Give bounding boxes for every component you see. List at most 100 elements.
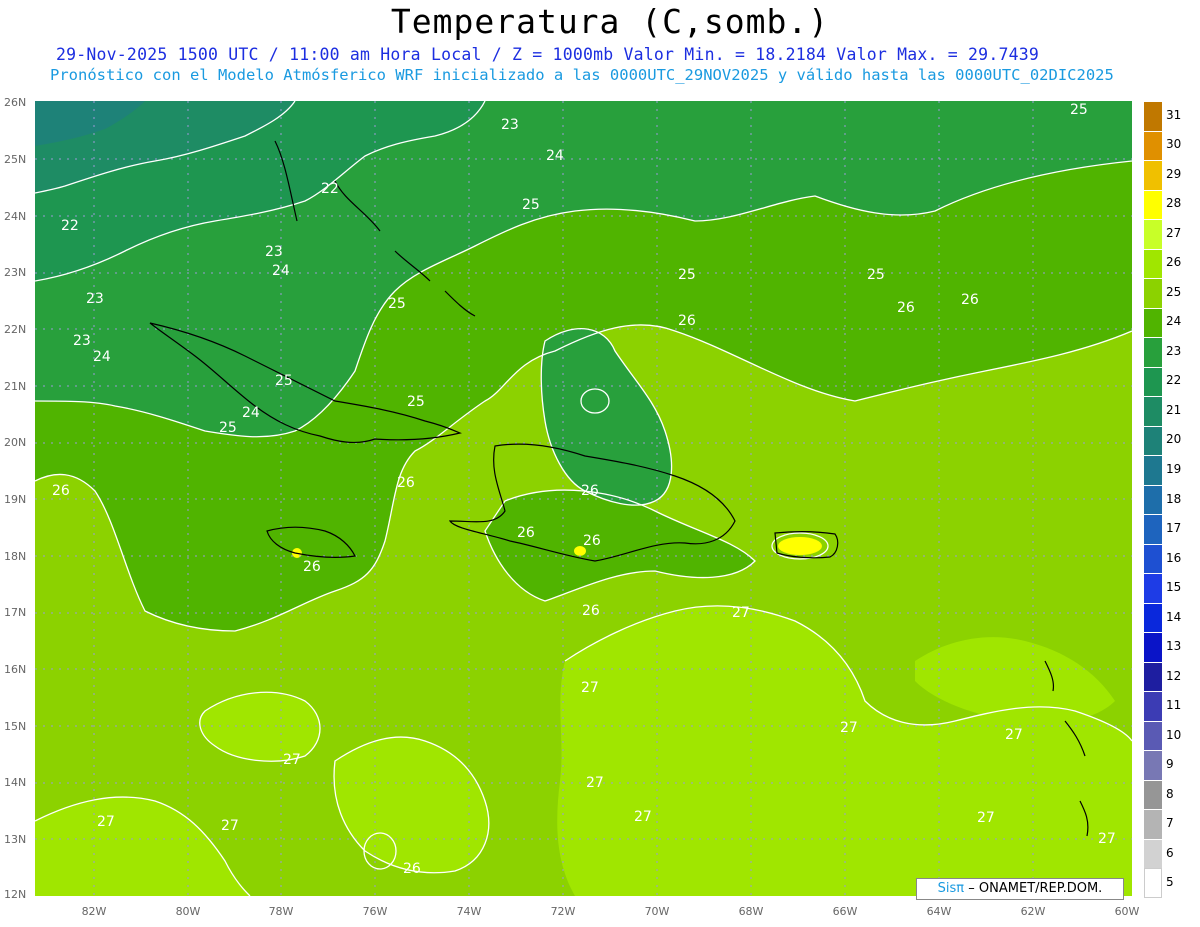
lon-tick: 70W	[644, 905, 670, 918]
contour-label: 24	[546, 148, 564, 164]
colorbar-swatch	[1144, 396, 1162, 426]
colorbar-swatch	[1144, 632, 1162, 662]
colorbar-swatch	[1144, 543, 1162, 574]
colorbar-label: 8	[1166, 786, 1174, 801]
contour-label: 25	[678, 267, 696, 283]
colorbar-label: 24	[1166, 314, 1182, 329]
colorbar-label: 29	[1166, 166, 1182, 181]
contour-label: 27	[977, 810, 995, 826]
contour-label: 23	[73, 333, 91, 349]
contour-label: 25	[1070, 102, 1088, 118]
contour-label: 26	[897, 300, 915, 316]
contour-label: 27	[1005, 727, 1023, 743]
lon-tick: 76W	[362, 905, 388, 918]
colorbar-label: 15	[1166, 580, 1182, 595]
lat-tick: 16N	[4, 663, 27, 676]
lat-tick: 17N	[4, 606, 27, 619]
temperature-map: 23 24 22 22 25 23 24 23 23 24 25 25 24 2…	[35, 101, 1132, 896]
colorbar-swatch	[1144, 455, 1162, 485]
colorbar-swatch	[1144, 130, 1162, 161]
contour-label: 27	[581, 680, 599, 696]
contour-label: 23	[86, 291, 104, 307]
colorbar-swatch	[1144, 750, 1162, 780]
lon-tick: 72W	[550, 905, 576, 918]
colorbar-label: 19	[1166, 461, 1182, 476]
colorbar-label: 31	[1166, 107, 1182, 122]
map-title: Temperatura (C,somb.)	[390, 2, 830, 41]
colorbar-label: 23	[1166, 343, 1182, 358]
colorbar-label: 6	[1166, 845, 1174, 860]
colorbar-swatch	[1144, 425, 1162, 456]
contour-label: 27	[97, 814, 115, 830]
lat-tick: 23N	[4, 266, 27, 279]
lon-tick: 74W	[456, 905, 482, 918]
colorbar-label: 9	[1166, 757, 1174, 772]
contour-label: 27	[732, 605, 750, 621]
lat-tick: 25N	[4, 153, 27, 166]
contour-label: 25	[867, 267, 885, 283]
contour-label: 24	[242, 405, 260, 421]
colorbar-label: 13	[1166, 639, 1182, 654]
colorbar-label: 21	[1166, 402, 1182, 417]
lat-tick: 21N	[4, 380, 27, 393]
credit-box: Sisπ – ONAMET/REP.DOM.	[916, 878, 1124, 900]
lat-tick: 19N	[4, 493, 27, 506]
lat-tick: 24N	[4, 210, 27, 223]
colorbar-swatch	[1144, 779, 1162, 810]
colorbar-swatch	[1144, 307, 1162, 338]
lat-tick: 13N	[4, 833, 27, 846]
colorbar-swatch	[1144, 602, 1162, 633]
colorbar	[1144, 101, 1162, 901]
colorbar-label: 14	[1166, 609, 1182, 624]
colorbar-label: 25	[1166, 284, 1182, 299]
colorbar-swatch	[1144, 248, 1162, 279]
subtitle-model-info: Pronóstico con el Modelo Atmósferico WRF…	[50, 66, 1114, 84]
contour-label: 27	[221, 818, 239, 834]
lon-tick: 60W	[1114, 905, 1140, 918]
contour-label: 24	[272, 263, 290, 279]
lat-tick: 12N	[4, 888, 27, 901]
lat-tick: 26N	[4, 96, 27, 109]
subtitle-valid-time: 29-Nov-2025 1500 UTC / 11:00 am Hora Loc…	[56, 45, 1039, 64]
colorbar-label: 27	[1166, 225, 1182, 240]
colorbar-label: 28	[1166, 196, 1182, 211]
colorbar-swatch	[1144, 160, 1162, 190]
zone-28-pr	[778, 537, 822, 555]
lat-tick: 14N	[4, 776, 27, 789]
contour-label: 26	[961, 292, 979, 308]
colorbar-label: 10	[1166, 727, 1182, 742]
colorbar-swatch	[1144, 809, 1162, 839]
colorbar-swatch	[1144, 720, 1162, 751]
colorbar-swatch	[1144, 691, 1162, 721]
credit-text: – ONAMET/REP.DOM.	[968, 881, 1103, 896]
contour-label: 22	[321, 181, 339, 197]
contour-label: 27	[840, 720, 858, 736]
colorbar-swatch	[1144, 868, 1162, 898]
contour-label: 27	[283, 752, 301, 768]
contour-label: 26	[397, 475, 415, 491]
contour-label: 25	[522, 197, 540, 213]
contour-label: 26	[583, 533, 601, 549]
contour-label: 23	[501, 117, 519, 133]
colorbar-label: 5	[1166, 875, 1174, 890]
contour-label: 26	[582, 603, 600, 619]
colorbar-swatch	[1144, 484, 1162, 515]
colorbar-swatch	[1144, 366, 1162, 397]
contour-label: 26	[303, 559, 321, 575]
contour-label: 27	[634, 809, 652, 825]
colorbar-label: 17	[1166, 521, 1182, 536]
colorbar-swatch	[1144, 278, 1162, 308]
contour-label: 23	[265, 244, 283, 260]
contour-label: 22	[61, 218, 79, 234]
colorbar-swatch	[1144, 573, 1162, 603]
colorbar-label: 12	[1166, 668, 1182, 683]
sispi-logo: Sisπ	[937, 881, 965, 896]
colorbar-label: 20	[1166, 432, 1182, 447]
contour-label: 26	[517, 525, 535, 541]
lat-tick: 15N	[4, 720, 27, 733]
lat-tick: 18N	[4, 550, 27, 563]
colorbar-label: 22	[1166, 373, 1182, 388]
contour-label: 24	[93, 349, 111, 365]
colorbar-label: 16	[1166, 550, 1182, 565]
contour-label: 26	[52, 483, 70, 499]
